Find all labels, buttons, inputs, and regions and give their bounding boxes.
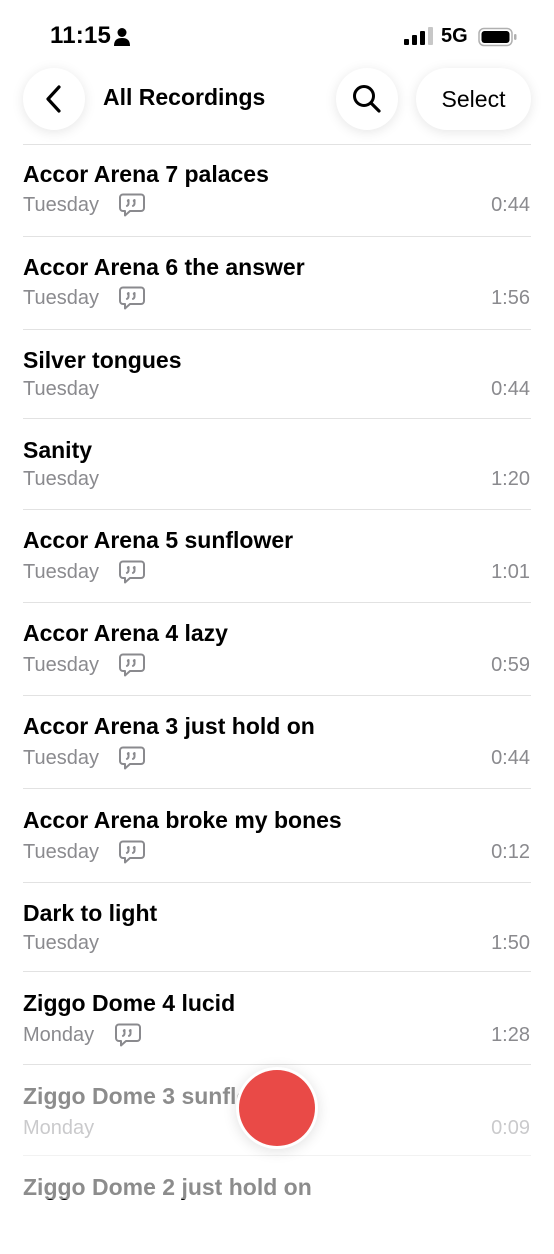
recording-title: Sanity [23,437,93,463]
recording-row[interactable]: Ziggo Dome 4 lucid Monday 1:28 [0,990,554,1070]
recording-date: Monday [23,1024,95,1046]
divider [23,1155,531,1156]
recording-date: Tuesday [23,747,99,769]
transcript-icon [119,840,145,864]
recording-title: Ziggo Dome 2 just hold on [23,1174,312,1200]
recording-row[interactable]: Accor Arena 5 sunflower Tuesday 1:01 [0,527,554,607]
recording-title: Accor Arena 3 just hold on [23,713,315,739]
transcript-icon [119,286,145,310]
recording-title: Dark to light [23,900,158,926]
recording-duration: 0:09 [491,1117,530,1139]
recording-date: Monday [23,1117,95,1139]
recording-row[interactable]: Accor Arena 6 the answer Tuesday 1:56 [0,254,554,334]
recording-duration: 1:28 [491,1024,530,1046]
recording-duration: 0:12 [491,841,530,863]
recording-row[interactable]: Ziggo Dome 2 just hold on [0,1174,554,1254]
recording-title: Accor Arena broke my bones [23,807,342,833]
recording-date: Tuesday [23,287,99,309]
recording-title: Accor Arena 5 sunflower [23,527,294,553]
recording-date: Tuesday [23,654,99,676]
recording-title: Ziggo Dome 4 lucid [23,990,236,1016]
recording-duration: 0:44 [491,378,530,400]
transcript-icon [119,193,145,217]
divider [23,418,531,419]
record-button[interactable] [236,1067,318,1149]
recording-duration: 1:20 [491,468,530,490]
recording-title: Accor Arena 7 palaces [23,161,269,187]
transcript-icon [119,560,145,584]
recording-row[interactable]: Accor Arena 4 lazy Tuesday 0:59 [0,620,554,700]
recording-duration: 0:59 [491,654,530,676]
transcript-icon [115,1023,141,1047]
divider [23,509,531,510]
transcript-icon [119,653,145,677]
recording-duration: 0:44 [491,194,530,216]
recording-title: Accor Arena 6 the answer [23,254,305,280]
recording-duration: 1:56 [491,287,530,309]
divider [23,971,531,972]
recording-duration: 0:44 [491,747,530,769]
transcript-icon [119,746,145,770]
recording-date: Tuesday [23,561,99,583]
recording-row[interactable]: Silver tongues Tuesday 0:44 [0,347,554,427]
recording-duration: 1:50 [491,932,530,954]
recording-date: Tuesday [23,841,99,863]
recording-date: Tuesday [23,468,99,490]
divider [23,788,531,789]
recording-row[interactable]: Accor Arena 7 palaces Tuesday 0:44 [0,161,554,241]
recordings-list: Accor Arena 7 palaces Tuesday 0:44 Accor Ar… [0,0,554,1200]
recording-title: Accor Arena 4 lazy [23,620,228,646]
recording-date: Tuesday [23,378,99,400]
recording-row[interactable]: Dark to light Tuesday 1:50 [0,900,554,980]
record-dot-icon [239,1070,315,1146]
divider [23,882,531,883]
recording-row[interactable]: Sanity Tuesday 1:20 [0,437,554,517]
recording-duration: 1:01 [491,561,530,583]
recording-row[interactable]: Accor Arena broke my bones Tuesday 0:12 [0,807,554,887]
divider [23,329,531,330]
divider [23,695,531,696]
divider [23,1064,531,1065]
recording-date: Tuesday [23,194,99,216]
recording-row[interactable]: Accor Arena 3 just hold on Tuesday 0:44 [0,713,554,793]
recording-title: Silver tongues [23,347,182,373]
recording-date: Tuesday [23,932,99,954]
divider [23,236,531,237]
divider [23,602,531,603]
